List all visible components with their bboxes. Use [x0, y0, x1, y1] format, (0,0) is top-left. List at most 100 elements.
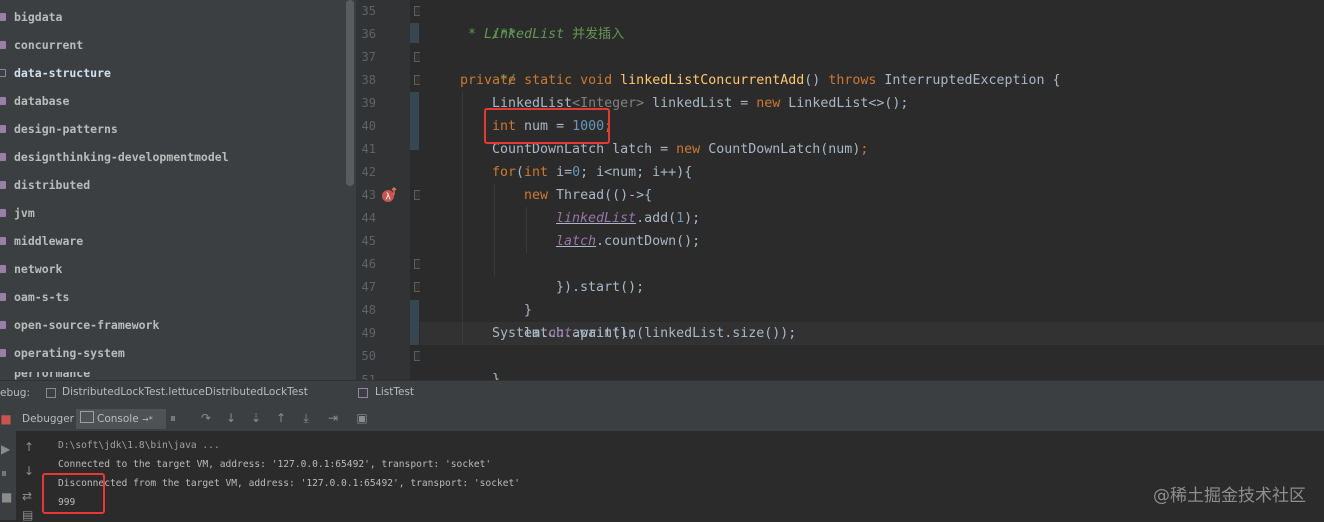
variable: linkedList	[652, 96, 733, 111]
method-call: }).start();	[556, 280, 645, 295]
keyword: int	[524, 165, 549, 180]
pause-icon[interactable]: ⏸	[1, 466, 7, 481]
code-line-49: System.out.println(linkedList.size());	[492, 322, 796, 345]
folder-icon	[0, 321, 6, 329]
folder-icon	[0, 13, 6, 21]
step-over-icon[interactable]: ↷	[200, 412, 212, 424]
folder-icon	[0, 209, 6, 217]
keyword: static	[524, 73, 573, 88]
scroll-down-icon[interactable]: ↓	[24, 464, 34, 478]
line-number: 49	[361, 326, 376, 340]
line-number: 37	[361, 50, 376, 64]
method-name: linkedListConcurrentAdd	[620, 73, 805, 88]
tree-item-label: performance	[14, 372, 91, 380]
stop-icon[interactable]: ■	[0, 413, 12, 425]
tab-debugger-label: Debugger	[22, 413, 74, 425]
code-line-42: for(int i=0; i<num; i++){	[492, 161, 692, 184]
show-execution-point-icon[interactable]: ⏸	[167, 412, 179, 424]
highlight-box-output	[42, 473, 105, 514]
keyword: new	[676, 142, 701, 157]
line-number: 36	[361, 27, 376, 41]
open-folder-icon	[0, 69, 6, 77]
code-line-48: latch.await();	[492, 299, 636, 341]
code-line-50: }	[460, 345, 500, 387]
lambda-breakpoint-icon[interactable]: λ	[381, 187, 397, 203]
tree-item-performance-partial[interactable]: performance	[0, 372, 150, 380]
console-line-connected: Connected to the target VM, address: '12…	[58, 459, 492, 470]
tree-item-label: oam-s-ts	[14, 290, 70, 304]
tree-item-label: design-patterns	[14, 122, 118, 136]
tree-item-label: operating-system	[14, 346, 125, 360]
keyword: throws	[828, 73, 877, 88]
doc-comment: *	[468, 27, 477, 42]
line-number: 41	[361, 142, 376, 156]
step-out-icon[interactable]: ↑	[275, 412, 287, 424]
tab-debugger[interactable]: Debugger	[18, 409, 78, 429]
line-number: 48	[361, 303, 376, 317]
ide-window: bigdata concurrent data-structure databa…	[0, 0, 1324, 522]
static-field: out	[548, 326, 573, 341]
vcs-change-marker[interactable]	[410, 92, 419, 150]
method-call: .add(	[636, 211, 677, 226]
code-line-37: */	[468, 46, 516, 88]
indent-guide	[494, 184, 495, 276]
keyword: private	[460, 73, 517, 88]
keyword: for	[492, 165, 517, 180]
stop-icon[interactable]: ■	[1, 490, 12, 504]
exception-type: InterruptedException	[884, 73, 1045, 88]
console-pin-icon: →*	[142, 415, 153, 424]
tab-distributed-lock-test[interactable]: DistributedLockTest.lettuceDistributedLo…	[62, 386, 308, 398]
folder-icon	[0, 41, 6, 49]
line-number: 50	[361, 349, 376, 363]
watermark: @稀土掘金技术社区	[1153, 486, 1306, 506]
tree-item-label: designthinking-developmentmodel	[14, 150, 229, 164]
svg-text:λ: λ	[385, 193, 391, 203]
debug-label: ebug:	[0, 387, 30, 399]
code-line-45: latch.countDown();	[556, 230, 700, 253]
tree-scrollbar-thumb[interactable]	[346, 0, 354, 186]
tree-item-label: open-source-framework	[14, 318, 160, 332]
vcs-change-marker[interactable]	[410, 300, 419, 345]
line-number: 35	[361, 4, 376, 18]
line-number: 38	[361, 73, 376, 87]
vcs-change-marker[interactable]	[410, 23, 419, 43]
captured-variable: linkedList	[556, 211, 637, 226]
code-line-44: linkedList.add(1);	[556, 207, 700, 230]
scroll-up-icon[interactable]: ↑	[24, 440, 34, 454]
folder-icon	[0, 265, 6, 273]
resume-icon[interactable]: ▶	[1, 442, 10, 456]
line-number: 42	[361, 165, 376, 179]
tab-console[interactable]: Console →*	[76, 409, 166, 429]
class-name: System.	[492, 326, 549, 341]
punctuation: {	[1052, 73, 1061, 88]
tree-item-label: database	[14, 94, 70, 108]
force-step-into-icon[interactable]: ⇣	[250, 412, 262, 424]
evaluate-expression-icon[interactable]: ▣	[356, 412, 368, 424]
code-line-46: }).start();	[524, 253, 644, 295]
constructor-call: LinkedList<>();	[788, 96, 909, 111]
folder-icon	[0, 293, 6, 301]
tab-list-test[interactable]: ListTest	[375, 386, 414, 398]
variable: i=	[556, 165, 573, 180]
line-number: 46	[361, 257, 376, 271]
captured-variable: latch	[556, 234, 597, 249]
project-tree: bigdata concurrent data-structure databa…	[0, 0, 345, 380]
operator: =	[740, 96, 749, 111]
console-line-command: D:\soft\jdk\1.8\bin\java ...	[58, 440, 220, 451]
tree-item-label: data-structure	[14, 66, 111, 80]
console-line-disconnected: Disconnected from the target VM, address…	[58, 478, 521, 489]
indent-guide	[526, 207, 527, 253]
keyword: new	[524, 188, 549, 203]
soft-wrap-icon[interactable]: ⇄	[22, 489, 32, 503]
punctuation: );	[684, 211, 701, 226]
tree-item-label: distributed	[14, 178, 91, 192]
step-into-icon[interactable]: ↓	[225, 412, 237, 424]
drop-frame-icon[interactable]: ⤓	[300, 412, 312, 424]
number-literal: 0	[572, 165, 581, 180]
loop-condition: ; i<num; i++){	[580, 165, 693, 180]
line-number: 47	[361, 280, 376, 294]
run-to-cursor-icon[interactable]: ⇥	[327, 412, 339, 424]
constructor-call: Thread(()->{	[556, 188, 653, 203]
operator: =	[660, 142, 669, 157]
folder-icon	[0, 153, 6, 161]
